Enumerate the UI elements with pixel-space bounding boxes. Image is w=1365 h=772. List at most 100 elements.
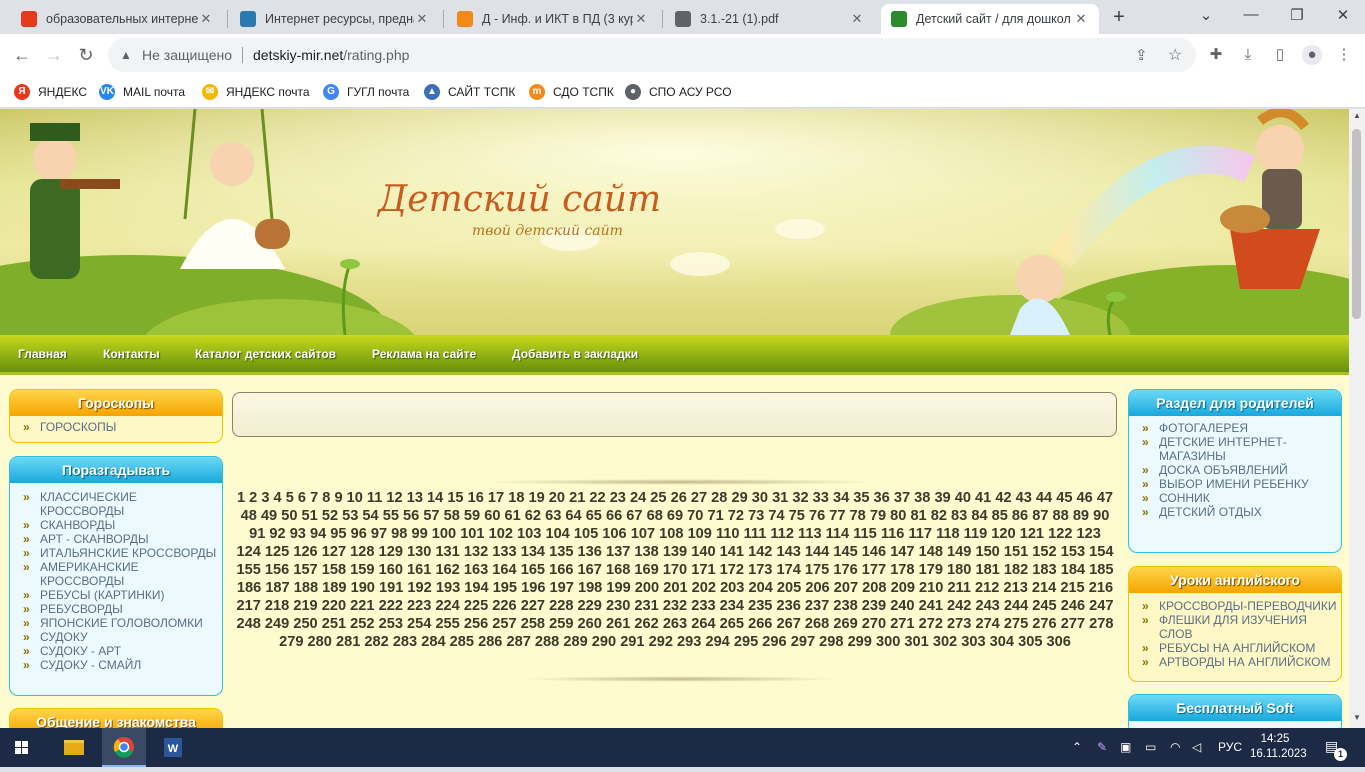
scroll-up-arrow-icon[interactable]: ▲ <box>1352 111 1362 120</box>
page-link[interactable]: 155 <box>236 562 260 578</box>
bookmark-star-icon[interactable]: ☆ <box>1168 45 1182 65</box>
page-link[interactable]: 89 <box>1073 508 1089 524</box>
page-link[interactable]: 237 <box>805 598 829 614</box>
page-link[interactable]: 260 <box>578 616 602 632</box>
page-link[interactable]: 111 <box>744 526 767 542</box>
start-button[interactable] <box>0 728 44 767</box>
page-link[interactable]: 83 <box>951 508 967 524</box>
chrome-button[interactable] <box>102 728 146 767</box>
sidebar-link[interactable]: АРТ - СКАНВОРДЫ <box>10 532 222 546</box>
page-link[interactable]: 222 <box>379 598 403 614</box>
new-tab-button[interactable]: + <box>1109 6 1129 28</box>
page-link[interactable]: 185 <box>1089 562 1113 578</box>
page-link[interactable]: 126 <box>293 544 317 560</box>
tab-2[interactable]: Интернет ресурсы, предна ✕ <box>230 4 440 34</box>
page-link[interactable]: 221 <box>350 598 374 614</box>
page-link[interactable]: 304 <box>990 634 1014 650</box>
page-scrollbar[interactable]: ▲ ▼ <box>1349 109 1365 728</box>
page-link[interactable]: 258 <box>521 616 545 632</box>
sidebar-link[interactable]: РЕБУСЫ (КАРТИНКИ) <box>10 588 222 602</box>
page-link[interactable]: 79 <box>870 508 886 524</box>
site-logo-title[interactable]: Детский сайт <box>378 179 661 220</box>
page-link[interactable]: 62 <box>525 508 541 524</box>
page-link[interactable]: 19 <box>529 490 545 506</box>
page-link[interactable]: 17 <box>488 490 504 506</box>
page-link[interactable]: 210 <box>919 580 943 596</box>
page-link[interactable]: 166 <box>549 562 573 578</box>
page-link[interactable]: 290 <box>592 634 616 650</box>
sidebar-link[interactable]: СУДОКУ - АРТ <box>10 644 222 658</box>
page-link[interactable]: 279 <box>279 634 303 650</box>
page-link[interactable]: 239 <box>862 598 886 614</box>
page-link[interactable]: 141 <box>720 544 744 560</box>
bookmark-6[interactable]: m СДО ТСПК <box>529 83 614 101</box>
page-link[interactable]: 90 <box>1093 508 1109 524</box>
word-button[interactable]: W <box>150 728 194 767</box>
page-link[interactable]: 220 <box>322 598 346 614</box>
page-link[interactable]: 197 <box>550 580 574 596</box>
page-link[interactable]: 97 <box>371 526 387 542</box>
page-link[interactable]: 246 <box>1061 598 1085 614</box>
page-link[interactable]: 219 <box>293 598 317 614</box>
tab-close-icon[interactable]: ✕ <box>849 11 865 27</box>
page-link[interactable]: 261 <box>606 616 630 632</box>
page-link[interactable]: 36 <box>874 490 890 506</box>
page-link[interactable]: 264 <box>691 616 715 632</box>
page-link[interactable]: 156 <box>265 562 289 578</box>
page-link[interactable]: 295 <box>734 634 758 650</box>
page-link[interactable]: 132 <box>464 544 488 560</box>
page-link[interactable]: 159 <box>350 562 374 578</box>
page-link[interactable]: 244 <box>1004 598 1028 614</box>
page-link[interactable]: 54 <box>362 508 378 524</box>
page-link[interactable]: 215 <box>1060 580 1084 596</box>
page-link[interactable]: 136 <box>578 544 602 560</box>
page-link[interactable]: 87 <box>1032 508 1048 524</box>
page-link[interactable]: 271 <box>890 616 914 632</box>
page-link[interactable]: 278 <box>1089 616 1113 632</box>
sidebar-link[interactable]: СОННИК <box>1129 491 1341 505</box>
volume-icon[interactable]: ◁ <box>1192 740 1201 754</box>
page-link[interactable]: 265 <box>720 616 744 632</box>
page-link[interactable]: 212 <box>975 580 999 596</box>
page-link[interactable]: 146 <box>862 544 886 560</box>
page-link[interactable]: 2 <box>249 490 257 506</box>
sidebar-link[interactable]: ДЕТСКИЙ ОТДЫХ <box>1129 505 1341 519</box>
page-link[interactable]: 48 <box>241 508 257 524</box>
page-link[interactable]: 240 <box>890 598 914 614</box>
page-link[interactable]: 100 <box>432 526 456 542</box>
bookmark-7[interactable]: ● СПО АСУ РСО <box>625 83 732 101</box>
nav-advertising[interactable]: Реклама на сайте <box>372 347 476 361</box>
page-link[interactable]: 88 <box>1053 508 1069 524</box>
page-link[interactable]: 175 <box>805 562 829 578</box>
page-link[interactable]: 123 <box>1077 526 1101 542</box>
page-link[interactable]: 249 <box>265 616 289 632</box>
sidebar-link[interactable]: РЕБУСВОРДЫ <box>10 602 222 616</box>
page-link[interactable]: 198 <box>578 580 602 596</box>
page-link[interactable]: 194 <box>464 580 488 596</box>
page-link[interactable]: 199 <box>606 580 630 596</box>
page-link[interactable]: 231 <box>634 598 658 614</box>
sidebar-link[interactable]: РЕБУСЫ НА АНГЛИЙСКОМ <box>1129 641 1341 655</box>
page-link[interactable]: 128 <box>350 544 374 560</box>
page-link[interactable]: 201 <box>663 580 687 596</box>
page-link[interactable]: 93 <box>290 526 306 542</box>
page-link[interactable]: 273 <box>947 616 971 632</box>
bookmark-2[interactable]: VK MAIL почта <box>99 83 185 101</box>
page-link[interactable]: 294 <box>705 634 729 650</box>
page-link[interactable]: 105 <box>574 526 598 542</box>
tab-3[interactable]: Д - Инф. и ИКТ в ПД (3 кур ✕ <box>447 4 659 34</box>
page-link[interactable]: 177 <box>862 562 886 578</box>
page-link[interactable]: 69 <box>667 508 683 524</box>
page-link[interactable]: 214 <box>1032 580 1056 596</box>
page-link[interactable]: 109 <box>688 526 712 542</box>
page-link[interactable]: 80 <box>890 508 906 524</box>
page-link[interactable]: 218 <box>265 598 289 614</box>
page-link[interactable]: 47 <box>1097 490 1113 506</box>
page-link[interactable]: 283 <box>393 634 417 650</box>
page-link[interactable]: 66 <box>606 508 622 524</box>
page-link[interactable]: 227 <box>521 598 545 614</box>
page-link[interactable]: 98 <box>391 526 407 542</box>
page-link[interactable]: 205 <box>777 580 801 596</box>
page-link[interactable]: 99 <box>411 526 427 542</box>
page-link[interactable]: 305 <box>1018 634 1042 650</box>
